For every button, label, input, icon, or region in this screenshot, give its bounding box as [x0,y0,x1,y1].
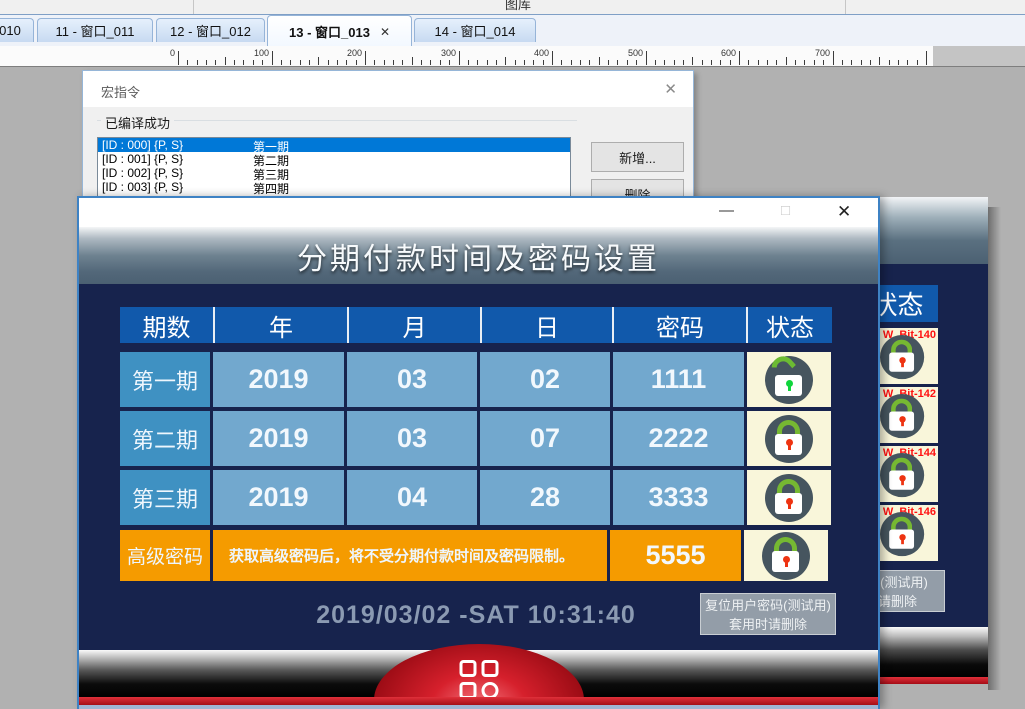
lock-toggle[interactable] [744,530,828,581]
apps-grid-icon[interactable] [460,660,499,699]
month-value[interactable]: 04 [347,470,477,525]
password-value[interactable]: 3333 [613,470,744,525]
ruler-label: 600 [706,48,736,58]
year-value[interactable]: 2019 [213,411,344,466]
lock-toggle[interactable] [747,352,831,407]
lock-closed-icon [880,453,924,497]
macro-item-id: [ID : 001] {P, S} [102,152,183,166]
period-label: 第一期 [120,352,210,407]
toolbar-divider [845,0,846,14]
horizontal-ruler: 0 100 200 300 400 500 600 700 [0,46,1025,67]
advanced-password-row: 高级密码 获取高级密码后，将不受分期付款时间及密码限制。 5555 [120,530,832,581]
lock-closed-icon [765,474,813,522]
month-value[interactable]: 03 [347,352,477,407]
dialog-title: 分期付款时间及密码设置 [297,234,660,278]
add-button[interactable]: 新增... [591,142,684,172]
dialog-banner: 分期付款时间及密码设置 [79,227,878,284]
reset-line2: 套用时请删除 [701,615,835,634]
password-value[interactable]: 2222 [613,411,744,466]
ruler-label: 400 [519,48,549,58]
lock-closed-icon [880,335,924,379]
day-value[interactable]: 07 [480,411,610,466]
lock-open-icon [765,356,813,404]
year-value[interactable]: 2019 [213,470,344,525]
ruler-label: 100 [239,48,269,58]
macro-dialog-titlebar[interactable]: 宏指令 ✕ [83,71,693,107]
gallery-label: 图库 [505,0,531,13]
macro-dialog-title: 宏指令 [101,82,140,101]
reset-user-password-button[interactable]: 复位用户密码(测试用) 套用时请删除 [700,593,836,635]
window-tab-bar: 010 11 - 窗口_011 12 - 窗口_012 13 - 窗口_013 … [0,14,1025,46]
tab-window-013-active[interactable]: 13 - 窗口_013 ✕ [267,15,412,47]
month-value[interactable]: 03 [347,411,477,466]
macro-close-icon[interactable]: ✕ [664,80,677,98]
header-month: 月 [347,307,480,343]
day-value[interactable]: 28 [480,470,610,525]
advanced-password-value[interactable]: 5555 [610,530,741,581]
payment-settings-dialog: — □ ✕ 分期付款时间及密码设置 期数 年 月 日 密码 状态 第一期 201… [77,196,880,709]
table-row: 第三期 2019 04 28 3333 [120,470,832,525]
tab-label: 14 - 窗口_014 [435,21,516,40]
day-value[interactable]: 02 [480,352,610,407]
ruler-label: 0 [145,48,175,58]
toolbar-divider [193,0,194,14]
header-period: 期数 [120,307,213,343]
tab-window-011[interactable]: 11 - 窗口_011 [37,18,153,42]
macro-item-name: 第四期 [253,180,289,197]
lock-closed-icon [765,415,813,463]
macro-list-item[interactable]: [ID : 001] {P, S} 第二期 [98,152,570,166]
tab-label: 010 [0,23,21,38]
tab-close-icon[interactable]: ✕ [380,25,390,39]
dialog-bottom-border [79,705,878,709]
period-label: 第三期 [120,470,210,525]
bg-window-shadow [988,207,1001,690]
period-label: 第二期 [120,411,210,466]
tab-window-010[interactable]: 010 [0,18,34,42]
ruler-label: 300 [426,48,456,58]
macro-item-id: [ID : 000] {P, S} [102,138,183,152]
close-button[interactable]: ✕ [837,202,851,222]
screen: 图库 010 11 - 窗口_011 12 - 窗口_012 13 - 窗口_0… [0,0,1025,709]
ruler-label: 500 [613,48,643,58]
tab-window-012[interactable]: 12 - 窗口_012 [156,18,265,42]
compile-status-label: 已编译成功 [101,113,174,132]
ruler-dead-zone [933,46,1025,67]
top-toolbar: 图库 [0,0,1025,14]
tab-window-014[interactable]: 14 - 窗口_014 [414,18,536,42]
year-value[interactable]: 2019 [213,352,344,407]
lock-closed-icon [880,512,924,556]
maximize-button[interactable]: □ [781,202,790,219]
lock-closed-icon [880,394,924,438]
macro-dialog: 宏指令 ✕ 已编译成功 [ID : 000] {P, S} 第一期 [ID : … [82,70,694,215]
macro-item-id: [ID : 003] {P, S} [102,180,183,194]
lock-closed-icon [762,532,810,580]
macro-list-item[interactable]: [ID : 000] {P, S} 第一期 [98,138,570,152]
table-row: 第二期 2019 03 07 2222 [120,411,832,466]
macro-list-item[interactable]: [ID : 003] {P, S} 第四期 [98,180,570,194]
tab-label: 12 - 窗口_012 [170,21,251,40]
tab-label: 13 - 窗口_013 [289,22,370,41]
header-password: 密码 [612,307,746,343]
dialog-red-strip [79,697,878,705]
lock-toggle[interactable] [747,470,831,525]
advanced-label: 高级密码 [120,530,210,581]
table-header-row: 期数 年 月 日 密码 状态 [120,307,832,343]
dialog-titlebar[interactable]: — □ ✕ [79,198,878,227]
password-value[interactable]: 1111 [613,352,744,407]
ruler-label: 200 [332,48,362,58]
lock-toggle[interactable] [747,411,831,466]
advanced-description: 获取高级密码后，将不受分期付款时间及密码限制。 [213,530,607,581]
header-day: 日 [480,307,612,343]
minimize-button[interactable]: — [719,202,734,219]
tab-label: 11 - 窗口_011 [55,21,134,40]
ruler-label: 700 [800,48,830,58]
header-year: 年 [213,307,347,343]
macro-item-id: [ID : 002] {P, S} [102,166,183,180]
header-status: 状态 [746,307,832,343]
reset-line1: 复位用户密码(测试用) [701,596,835,615]
macro-list-item[interactable]: [ID : 002] {P, S} 第三期 [98,166,570,180]
table-row: 第一期 2019 03 02 1111 [120,352,832,407]
